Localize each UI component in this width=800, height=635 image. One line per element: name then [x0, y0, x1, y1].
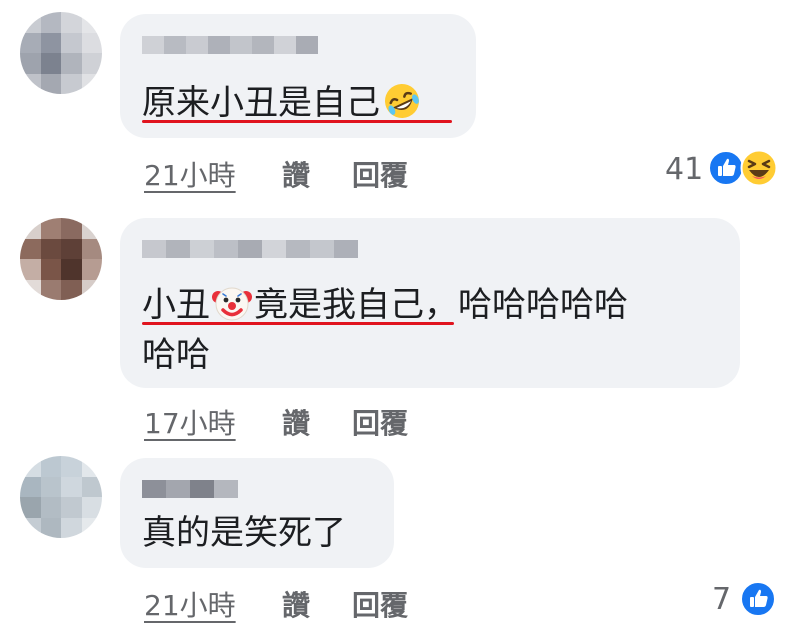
like-button[interactable]: 讚	[282, 589, 310, 622]
comment-body: 小丑	[142, 285, 210, 325]
like-button[interactable]: 讚	[282, 407, 310, 440]
reaction-count[interactable]: 7	[712, 582, 731, 617]
comment-body-continuation: 哈哈	[142, 335, 210, 375]
commenter-name-blurred[interactable]	[142, 36, 318, 54]
reply-button[interactable]: 回覆	[352, 407, 408, 440]
comment-body: 真的是笑死了	[142, 513, 346, 553]
rofl-emoji-icon	[385, 84, 419, 118]
comment-actions: 21小時	[144, 154, 236, 194]
reply-button[interactable]: 回覆	[352, 159, 408, 192]
commenter-name-blurred[interactable]	[142, 240, 358, 258]
avatar[interactable]	[20, 456, 102, 538]
highlight-underline	[142, 120, 452, 123]
comment-body-highlight: 竟是我自己	[254, 285, 424, 325]
avatar[interactable]	[20, 218, 102, 300]
like-button[interactable]: 讚	[282, 159, 310, 192]
highlight-underline	[142, 322, 454, 325]
timestamp-link[interactable]: 17小時	[144, 407, 236, 440]
like-icon[interactable]	[740, 581, 776, 617]
clown-face-emoji-icon	[212, 287, 252, 321]
commenter-name-blurred[interactable]	[142, 480, 238, 498]
reaction-count[interactable]: 41	[665, 152, 703, 187]
comment-body: 原来小丑是自己	[142, 83, 380, 123]
comment-text-line2: 哈哈	[142, 330, 210, 380]
like-icon[interactable]	[708, 150, 744, 186]
comment-body-laugh: ，哈哈哈哈哈	[424, 285, 628, 325]
timestamp-link[interactable]: 21小時	[144, 159, 236, 192]
comment-thread: 原来小丑是自己 21小時 讚 回覆 41 小丑 竟是我自己，哈哈哈哈哈 哈哈 1…	[0, 0, 800, 635]
reply-button[interactable]: 回覆	[352, 589, 408, 622]
laughing-icon[interactable]	[740, 149, 778, 187]
comment-text: 真的是笑死了	[142, 508, 346, 558]
timestamp-link[interactable]: 21小時	[144, 589, 236, 622]
avatar[interactable]	[20, 12, 102, 94]
